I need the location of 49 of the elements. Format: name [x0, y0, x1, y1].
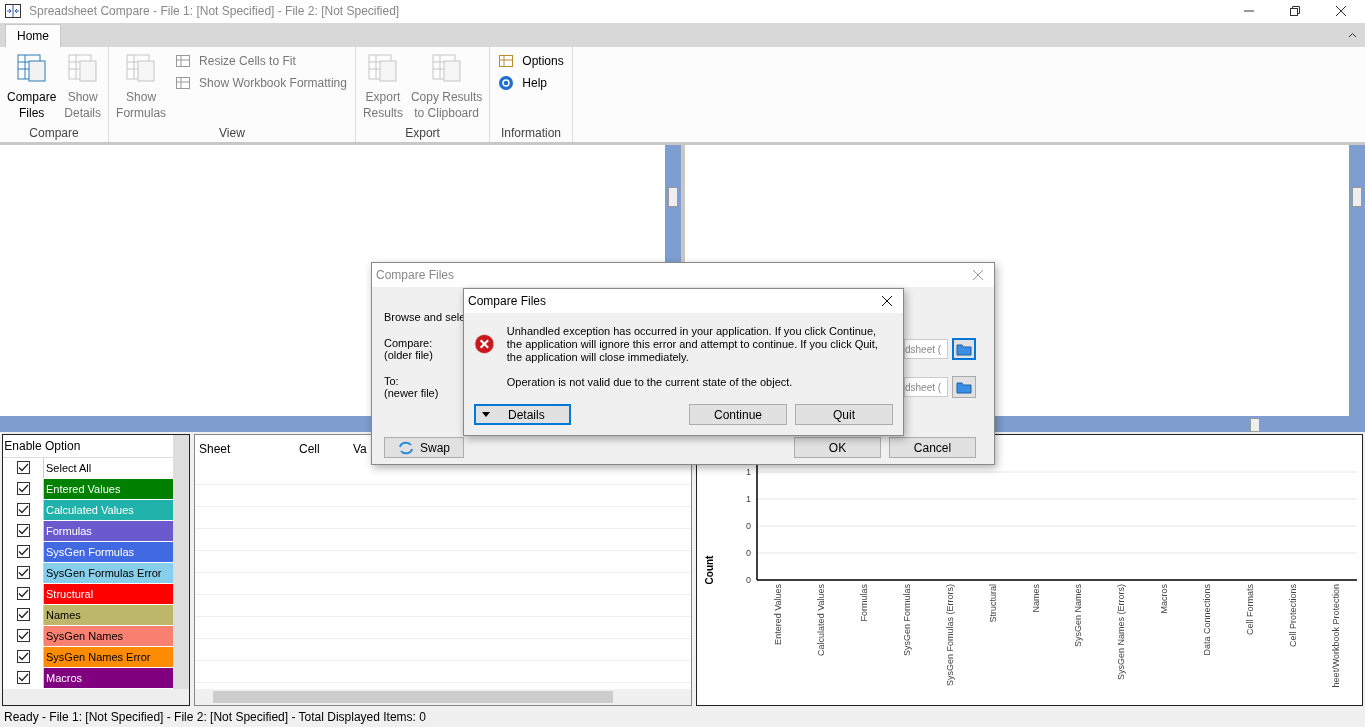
- category-label: SysGen Fomulas (Errors): [944, 583, 955, 686]
- group-label: Export: [404, 126, 441, 141]
- group-label: View: [218, 126, 246, 141]
- field-label: (newer file): [384, 387, 439, 399]
- error-message: Unhandled exception has occurred in your application. If you click Continue, the application will ignore this error and attempt to continue. If you click Quit, the application will close immediately.: [506, 325, 879, 364]
- category-label: Calculated Values: [816, 583, 827, 656]
- category-label: Data Connections: [1202, 583, 1212, 656]
- column-header: Cell: [298, 441, 321, 456]
- option-label: Macros: [44, 667, 173, 688]
- category-label: SysGen Names (Errors): [1116, 583, 1127, 680]
- dialog-title: Compare Files: [468, 294, 547, 308]
- category-label: Entered Values: [773, 583, 784, 645]
- axis-title: Count: [704, 555, 715, 585]
- column-header: Va: [352, 441, 367, 456]
- field-label: Compare:: [384, 337, 433, 349]
- field-label: (older file): [384, 349, 433, 361]
- category-label: SysGen Formulas: [902, 583, 912, 656]
- option-label: Formulas: [44, 520, 173, 541]
- option-label: SysGen Names Error: [44, 646, 173, 667]
- option-label: SysGen Formulas Error: [44, 562, 173, 583]
- category-label: Names: [1030, 583, 1041, 613]
- window-title: Spreadsheet Compare - File 1: [Not Specified] - File 2: [Not Specified]: [29, 4, 400, 19]
- error-detail: Operation is not valid due to the current state of the object.: [506, 376, 794, 389]
- option-label: Structural: [44, 583, 173, 604]
- dialog-title: Compare Files: [376, 268, 455, 282]
- option-label: SysGen Names: [44, 625, 173, 646]
- group-label: Information: [499, 126, 562, 141]
- group-label: Compare: [28, 126, 80, 141]
- category-label: Structural: [987, 583, 998, 623]
- option-label: Names: [44, 604, 173, 625]
- category-label: heet/Workbook Protection: [1330, 583, 1341, 687]
- option-label: Calculated Values: [44, 499, 173, 520]
- axis-tick-label: 0: [746, 574, 751, 585]
- axis-tick-label: 1: [746, 466, 751, 477]
- category-label: Formulas: [859, 583, 870, 622]
- axis-tick-label: 1: [746, 493, 751, 504]
- option-label: Entered Values: [44, 478, 173, 499]
- column-header: Sheet: [198, 441, 232, 456]
- field-label: To:: [384, 375, 400, 387]
- category-label: Cell Protections: [1287, 583, 1298, 647]
- column-header: Enable: [3, 438, 43, 453]
- category-label: SysGen Names: [1073, 583, 1084, 647]
- category-label: Cell Formats: [1244, 583, 1255, 635]
- column-header: Option: [44, 438, 82, 453]
- option-label: SysGen Formulas: [44, 541, 173, 562]
- status-text: Ready - File 1: [Not Specified] - File 2: [Not Specified] - Total Displayed Items: 0: [4, 709, 426, 724]
- axis-tick-label: 0: [746, 520, 751, 531]
- category-label: Macros: [1159, 583, 1170, 614]
- axis-tick-label: 0: [746, 547, 751, 558]
